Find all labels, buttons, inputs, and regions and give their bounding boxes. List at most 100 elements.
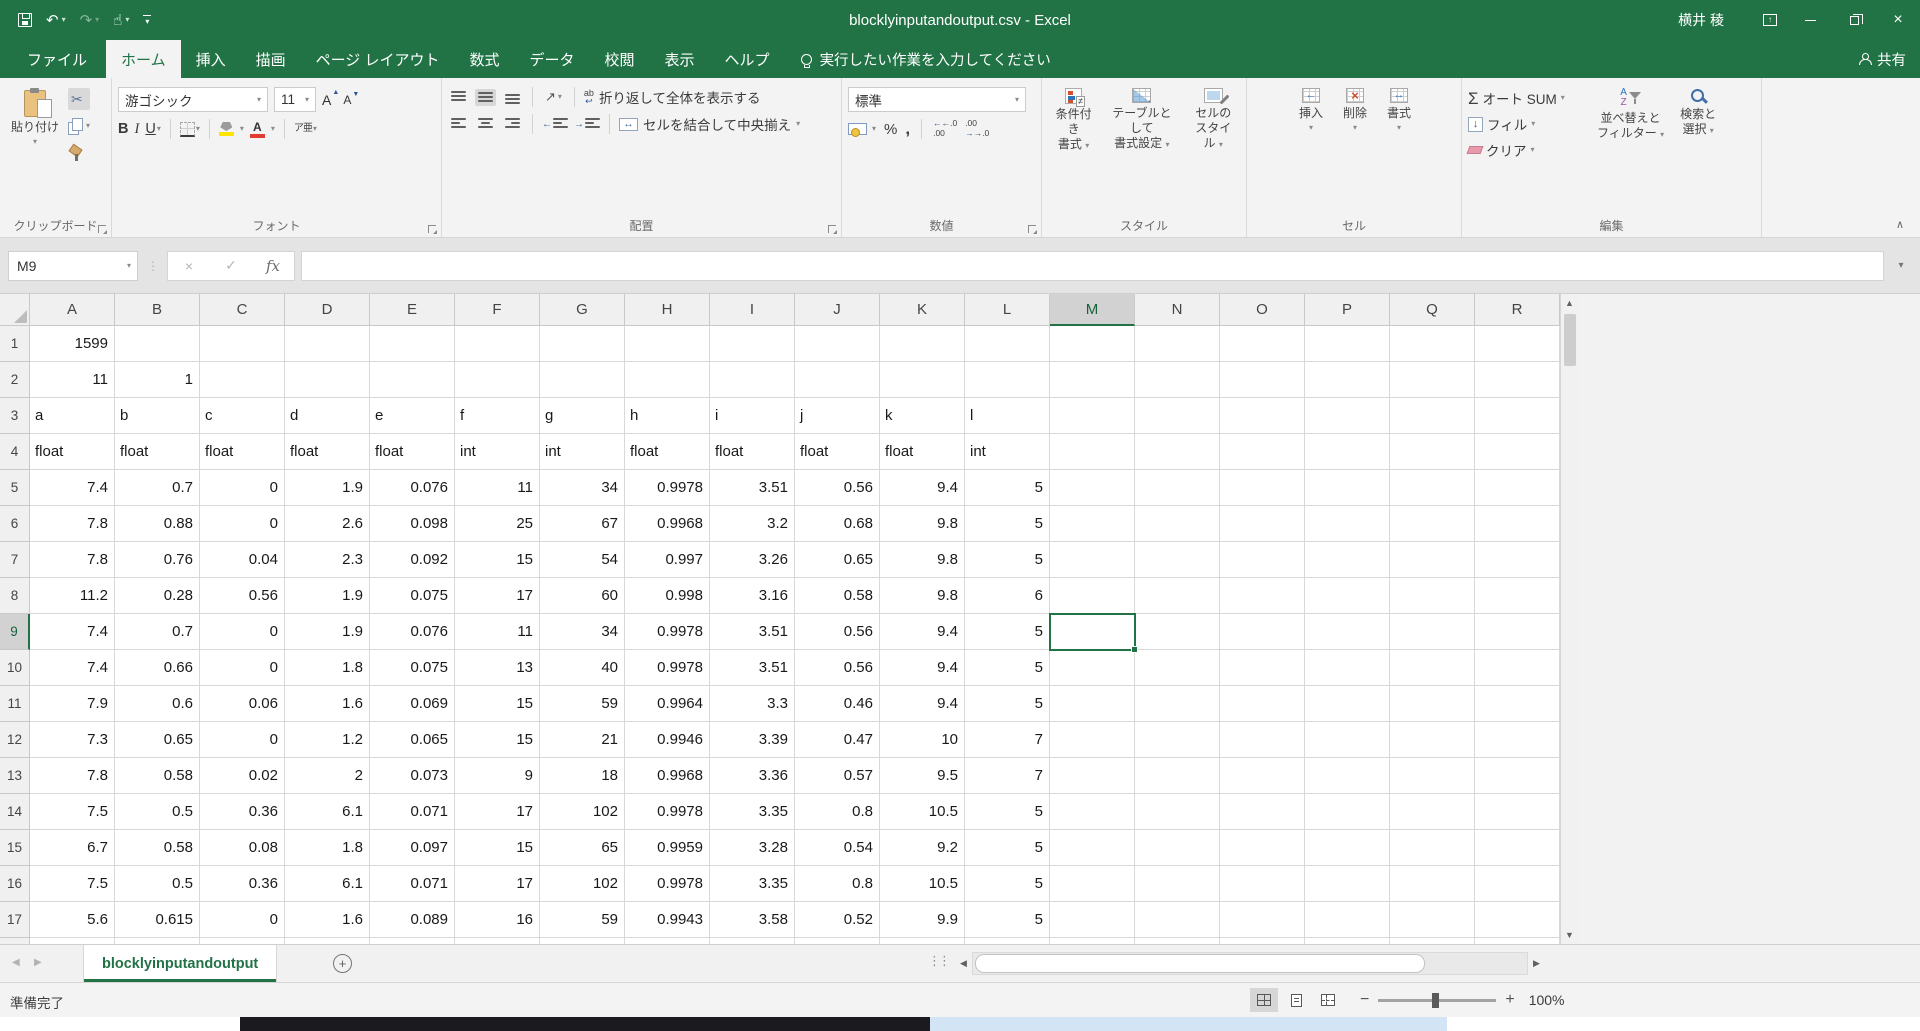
tab-校閲[interactable]: 校閲 [590, 40, 650, 78]
cell-I5[interactable]: 3.51 [710, 470, 795, 506]
cell-G13[interactable]: 18 [540, 758, 625, 794]
cell-N8[interactable] [1135, 578, 1220, 614]
cell-O3[interactable] [1220, 398, 1305, 434]
cell-A14[interactable]: 7.5 [30, 794, 115, 830]
cell-C7[interactable]: 0.04 [200, 542, 285, 578]
cell-N10[interactable] [1135, 650, 1220, 686]
cell-G10[interactable]: 40 [540, 650, 625, 686]
cell-B5[interactable]: 0.7 [115, 470, 200, 506]
cell-G2[interactable] [540, 362, 625, 398]
align-center-button[interactable] [475, 116, 496, 133]
cell-A2[interactable]: 11 [30, 362, 115, 398]
cell-G16[interactable]: 102 [540, 866, 625, 902]
cell-L6[interactable]: 5 [965, 506, 1050, 542]
cell-D6[interactable]: 2.6 [285, 506, 370, 542]
wrap-text-button[interactable]: ab↩ 折り返して全体を表示する [584, 87, 761, 107]
tab-ホーム[interactable]: ホーム [106, 40, 181, 78]
cell-L16[interactable]: 5 [965, 866, 1050, 902]
cell-C14[interactable]: 0.36 [200, 794, 285, 830]
cell-H10[interactable]: 0.9978 [625, 650, 710, 686]
cell-E3[interactable]: e [370, 398, 455, 434]
zoom-slider[interactable] [1378, 999, 1496, 1002]
ribbon-display-options-button[interactable]: ↑ [1752, 0, 1788, 40]
cell-A6[interactable]: 7.8 [30, 506, 115, 542]
cell-C16[interactable]: 0.36 [200, 866, 285, 902]
cell-J2[interactable] [795, 362, 880, 398]
cell-Q1[interactable] [1390, 326, 1475, 362]
row-header-10[interactable]: 10 [0, 650, 30, 686]
column-header-R[interactable]: R [1475, 294, 1560, 326]
cell-Q10[interactable] [1390, 650, 1475, 686]
cell-D3[interactable]: d [285, 398, 370, 434]
cell-I16[interactable]: 3.35 [710, 866, 795, 902]
cell-F9[interactable]: 11 [455, 614, 540, 650]
cell-B12[interactable]: 0.65 [115, 722, 200, 758]
cancel-entry-button[interactable]: × [168, 258, 210, 274]
cell-P10[interactable] [1305, 650, 1390, 686]
row-header-1[interactable]: 1 [0, 326, 30, 362]
cell-L3[interactable]: l [965, 398, 1050, 434]
row-header-15[interactable]: 15 [0, 830, 30, 866]
row-header-11[interactable]: 11 [0, 686, 30, 722]
cell-N12[interactable] [1135, 722, 1220, 758]
cell-H17[interactable]: 0.9943 [625, 902, 710, 938]
cell-K5[interactable]: 9.4 [880, 470, 965, 506]
cell-J8[interactable]: 0.58 [795, 578, 880, 614]
insert-function-button[interactable]: fx [252, 257, 294, 275]
cell-D14[interactable]: 6.1 [285, 794, 370, 830]
cell-L14[interactable]: 5 [965, 794, 1050, 830]
cell-H7[interactable]: 0.997 [625, 542, 710, 578]
cell-D12[interactable]: 1.2 [285, 722, 370, 758]
cell-C4[interactable]: float [200, 434, 285, 470]
cell-G15[interactable]: 65 [540, 830, 625, 866]
cell-B14[interactable]: 0.5 [115, 794, 200, 830]
decrease-indent-button[interactable]: ← [542, 118, 568, 131]
number-format-combobox[interactable]: 標準▾ [848, 87, 1026, 112]
cell-G14[interactable]: 102 [540, 794, 625, 830]
tab-ページ レイアウト[interactable]: ページ レイアウト [301, 40, 455, 78]
column-header-I[interactable]: I [710, 294, 795, 326]
cell-H14[interactable]: 0.9978 [625, 794, 710, 830]
zoom-level[interactable]: 100% [1529, 992, 1565, 1008]
cell-N14[interactable] [1135, 794, 1220, 830]
cell-Q8[interactable] [1390, 578, 1475, 614]
row-header-5[interactable]: 5 [0, 470, 30, 506]
cell-Q9[interactable] [1390, 614, 1475, 650]
decrease-decimal-button[interactable]: .00→→.0 [965, 119, 989, 139]
column-header-H[interactable]: H [625, 294, 710, 326]
cell-N3[interactable] [1135, 398, 1220, 434]
cell-A15[interactable]: 6.7 [30, 830, 115, 866]
page-break-view-button[interactable] [1314, 988, 1342, 1012]
cell-Q11[interactable] [1390, 686, 1475, 722]
cell-I15[interactable]: 3.28 [710, 830, 795, 866]
cell-E7[interactable]: 0.092 [370, 542, 455, 578]
cell-L8[interactable]: 6 [965, 578, 1050, 614]
column-header-P[interactable]: P [1305, 294, 1390, 326]
page-layout-view-button[interactable] [1282, 988, 1310, 1012]
cell-J12[interactable]: 0.47 [795, 722, 880, 758]
cell-H3[interactable]: h [625, 398, 710, 434]
number-dialog-launcher[interactable] [1028, 225, 1036, 233]
cell-F7[interactable]: 15 [455, 542, 540, 578]
row-header-4[interactable]: 4 [0, 434, 30, 470]
cell-B10[interactable]: 0.66 [115, 650, 200, 686]
cell-F16[interactable]: 17 [455, 866, 540, 902]
cell-C13[interactable]: 0.02 [200, 758, 285, 794]
cell-D10[interactable]: 1.8 [285, 650, 370, 686]
tab-数式[interactable]: 数式 [454, 40, 514, 78]
cell-C9[interactable]: 0 [200, 614, 285, 650]
cell-N7[interactable] [1135, 542, 1220, 578]
cell-M5[interactable] [1050, 470, 1135, 506]
user-name[interactable]: 横井 稜 [1678, 10, 1724, 30]
cell-O9[interactable] [1220, 614, 1305, 650]
cell-J7[interactable]: 0.65 [795, 542, 880, 578]
cell-O2[interactable] [1220, 362, 1305, 398]
cell-M1[interactable] [1050, 326, 1135, 362]
column-header-Q[interactable]: Q [1390, 294, 1475, 326]
cell-O13[interactable] [1220, 758, 1305, 794]
cell-M9[interactable] [1050, 614, 1135, 650]
cell-N4[interactable] [1135, 434, 1220, 470]
cell-K12[interactable]: 10 [880, 722, 965, 758]
zoom-out-button[interactable]: − [1360, 992, 1369, 1008]
cell-J3[interactable]: j [795, 398, 880, 434]
